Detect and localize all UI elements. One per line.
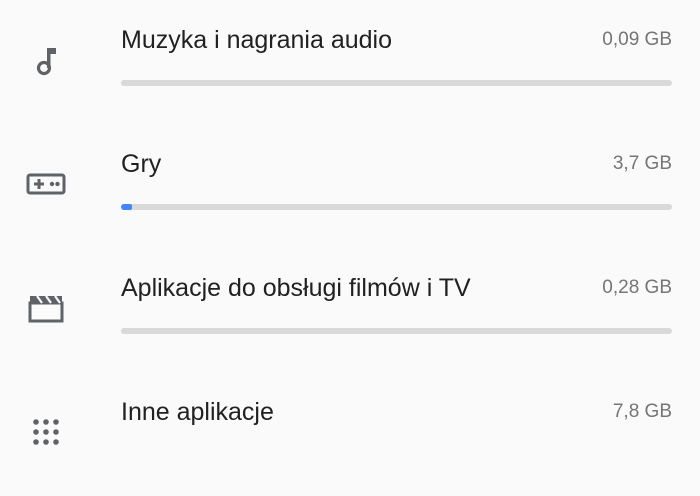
usage-bar: [121, 328, 672, 334]
storage-category-games[interactable]: Gry 3,7 GB: [0, 124, 700, 248]
movie-clapperboard-icon: [24, 286, 68, 330]
storage-category-music[interactable]: Muzyka i nagrania audio 0,09 GB: [0, 0, 700, 124]
category-size: 0,09 GB: [602, 29, 672, 50]
usage-bar: [121, 204, 672, 210]
apps-grid-icon: [24, 410, 68, 454]
category-label: Muzyka i nagrania audio: [121, 26, 392, 54]
category-label: Gry: [121, 150, 162, 178]
storage-category-other-apps[interactable]: Inne aplikacje 7,8 GB: [0, 372, 700, 496]
usage-bar-fill: [121, 204, 133, 210]
category-label: Aplikacje do obsługi filmów i TV: [121, 274, 471, 302]
category-size: 3,7 GB: [612, 153, 672, 174]
category-label: Inne aplikacje: [121, 398, 274, 426]
music-note-icon: [24, 38, 68, 82]
storage-category-movies-tv[interactable]: Aplikacje do obsługi filmów i TV 0,28 GB: [0, 248, 700, 372]
category-size: 7,8 GB: [612, 401, 672, 422]
usage-bar: [121, 80, 672, 86]
gamepad-icon: [24, 162, 68, 206]
category-size: 0,28 GB: [602, 277, 672, 298]
